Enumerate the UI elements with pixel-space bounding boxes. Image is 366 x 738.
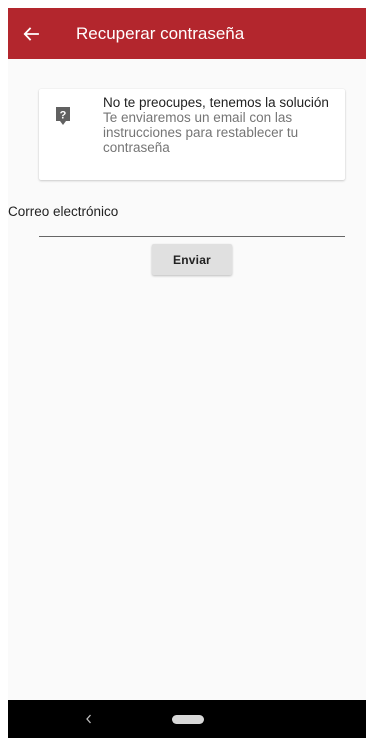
info-card-text: No te preocupes, tenemos la solución Te … [103, 95, 335, 155]
back-button[interactable] [12, 8, 50, 59]
chevron-left-icon[interactable] [83, 711, 95, 727]
page-title: Recuperar contraseña [76, 23, 245, 43]
arrow-left-icon [23, 26, 39, 41]
info-card-title: No te preocupes, tenemos la solución [103, 95, 329, 110]
app-bar: Recuperar contraseña [8, 8, 366, 59]
info-card-body: Te enviaremos un email con las instrucci… [103, 110, 299, 155]
svg-text:?: ? [60, 110, 67, 122]
home-pill-icon[interactable] [172, 715, 204, 724]
screen: Recuperar contraseña ? No te preocupes, … [8, 8, 366, 738]
system-nav-bar [8, 700, 366, 738]
email-field-label: Correo electrónico [8, 204, 119, 219]
question-help-icon: ? [55, 106, 71, 126]
info-card: ? No te preocupes, tenemos la solución T… [39, 89, 345, 180]
email-field[interactable] [39, 236, 345, 237]
send-button[interactable]: Enviar [152, 244, 232, 275]
